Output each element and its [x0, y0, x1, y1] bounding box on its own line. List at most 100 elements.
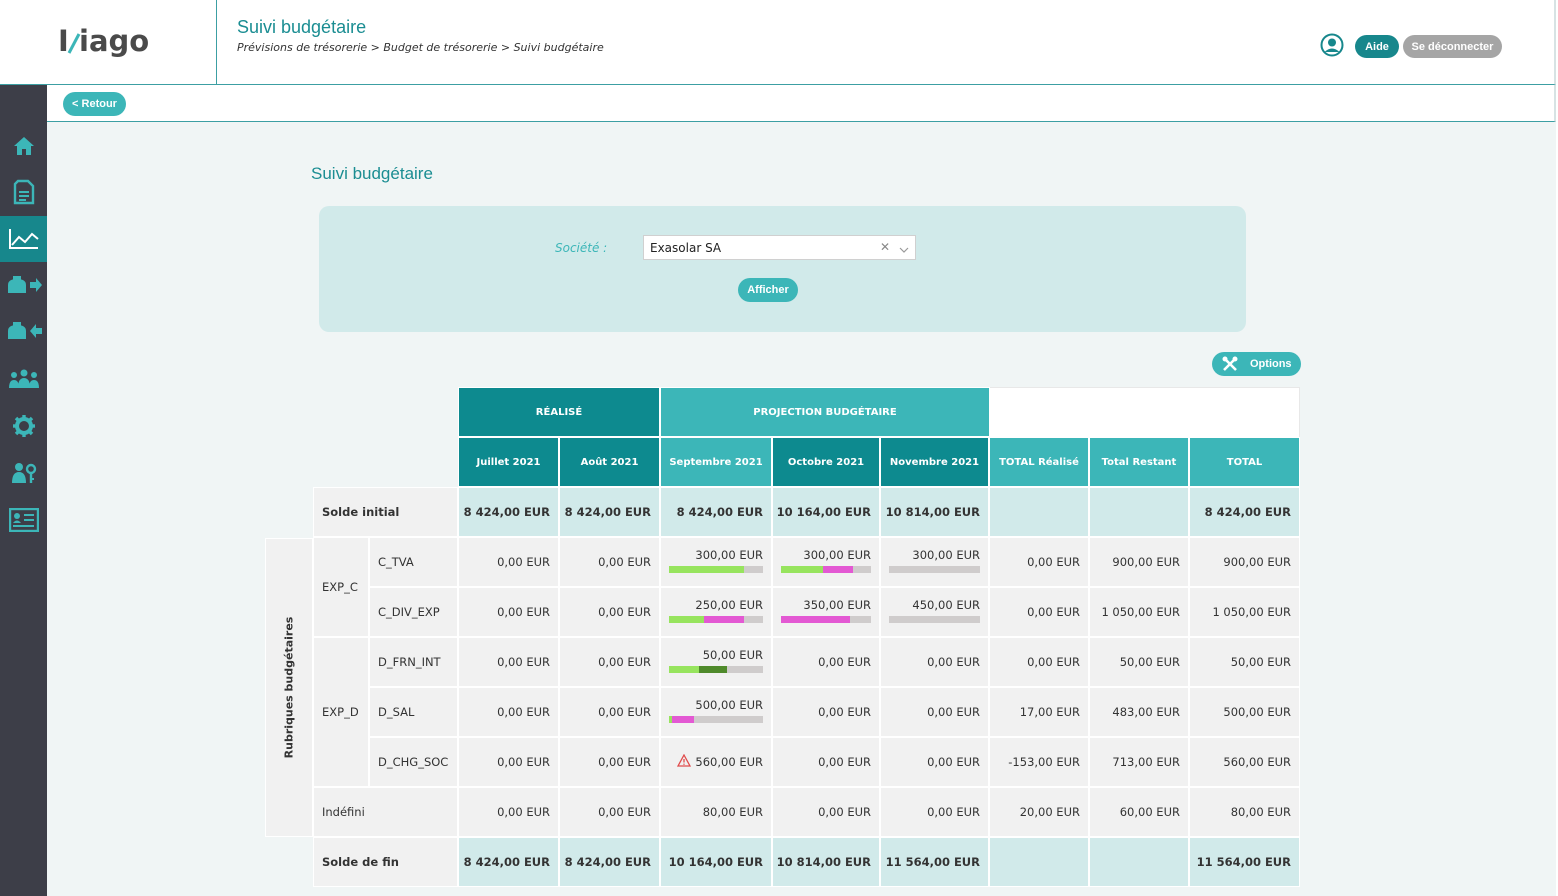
solde-initial-value [989, 487, 1089, 537]
progress-bar [781, 566, 871, 573]
value-cell: 0,00 EUR [880, 737, 989, 787]
help-button[interactable]: Aide [1355, 35, 1399, 58]
progress-segment-magenta [703, 616, 745, 623]
progress-bar [889, 616, 980, 623]
home-icon [13, 137, 34, 155]
progress-segment-magenta [781, 616, 851, 623]
sidebar-item-budget[interactable] [0, 216, 47, 262]
value-cell: 80,00 EUR [660, 787, 772, 837]
progress-segment-darkgreen [699, 666, 728, 673]
user-account-icon[interactable] [1320, 33, 1344, 61]
value-cell: 50,00 EUR [1089, 637, 1189, 687]
clear-icon[interactable]: ✕ [880, 240, 890, 254]
progress-segment-green [669, 666, 700, 673]
projection-cell: 350,00 EUR [772, 587, 880, 637]
logo[interactable]: I iago [0, 0, 217, 85]
solde-fin-label: Solde de fin [313, 837, 458, 887]
projection-value: 300,00 EUR [912, 548, 980, 562]
projection-value: 300,00 EUR [803, 548, 871, 562]
projection-cell: 450,00 EUR [880, 587, 989, 637]
chevron-down-icon[interactable] [899, 240, 909, 259]
value-cell: 0,00 EUR [458, 537, 559, 587]
top-header: I iago Suivi budgétaire Prévisions de tr… [0, 0, 1556, 85]
progress-segment-magenta [671, 716, 695, 723]
progress-bar [669, 566, 763, 573]
gear-icon [12, 415, 35, 437]
progress-bar [781, 616, 871, 623]
value-cell: 500,00 EUR [1189, 687, 1300, 737]
sidebar [0, 85, 47, 896]
group-label: EXP_C [313, 537, 369, 637]
back-button[interactable]: < Retour [63, 92, 126, 116]
value-cell: 0,00 EUR [772, 637, 880, 687]
value-cell: 713,00 EUR [1089, 737, 1189, 787]
value-cell: 0,00 EUR [559, 687, 660, 737]
projection-value: 350,00 EUR [803, 598, 871, 612]
value-cell: 0,00 EUR [880, 787, 989, 837]
header-realise: RÉALISÉ [458, 387, 660, 437]
cash-out-icon [7, 276, 42, 293]
options-button[interactable]: Options [1212, 352, 1301, 376]
header-projection: PROJECTION BUDGÉTAIRE [660, 387, 990, 437]
column-header: Novembre 2021 [880, 437, 989, 487]
value-cell: 0,00 EUR [989, 587, 1089, 637]
progress-bar [669, 666, 763, 673]
sidebar-item-home[interactable] [0, 123, 47, 169]
projection-cell: 250,00 EUR [660, 587, 772, 637]
value-cell: 0,00 EUR [559, 787, 660, 837]
value-cell: 1 050,00 EUR [1189, 587, 1300, 637]
value-cell: 0,00 EUR [458, 787, 559, 837]
svg-text:iago: iago [79, 25, 149, 58]
column-header: Octobre 2021 [772, 437, 880, 487]
iziago-logo: I iago [58, 25, 149, 58]
value-cell: -153,00 EUR [989, 737, 1089, 787]
vertical-label-text: Rubriques budgétaires [282, 616, 296, 759]
solde-initial-value: 10 164,00 EUR [772, 487, 880, 537]
action-bar: < Retour [47, 85, 1556, 122]
svg-text:I: I [58, 25, 69, 58]
value-cell: 50,00 EUR [1189, 637, 1300, 687]
solde-fin-value: 8 424,00 EUR [458, 837, 559, 887]
id-card-icon [8, 508, 39, 532]
row-code: D_FRN_INT [369, 637, 458, 687]
solde-initial-value: 8 424,00 EUR [559, 487, 660, 537]
sidebar-item-documents[interactable] [0, 169, 47, 215]
solde-initial-value: 8 424,00 EUR [458, 487, 559, 537]
logout-button[interactable]: Se déconnecter [1403, 35, 1502, 58]
value-cell: 17,00 EUR [989, 687, 1089, 737]
value-cell: 80,00 EUR [1189, 787, 1300, 837]
value-cell: 483,00 EUR [1089, 687, 1189, 737]
solde-fin-value [1089, 837, 1189, 887]
solde-initial-value [1089, 487, 1189, 537]
value-cell: 0,00 EUR [559, 537, 660, 587]
solde-fin-value: 11 564,00 EUR [880, 837, 989, 887]
value-cell: 560,00 EUR [1189, 737, 1300, 787]
company-select[interactable]: Exasolar SA [643, 235, 916, 260]
row-code: D_CHG_SOC [369, 737, 458, 787]
row-code: D_SAL [369, 687, 458, 737]
tools-icon [1222, 356, 1238, 371]
sidebar-item-access[interactable] [0, 450, 47, 496]
value-cell: 0,00 EUR [458, 687, 559, 737]
column-header: Août 2021 [559, 437, 660, 487]
show-button[interactable]: Afficher [738, 278, 798, 302]
indefini-label: Indéfini [313, 787, 458, 837]
value-cell: 20,00 EUR [989, 787, 1089, 837]
sidebar-item-cash-out[interactable] [0, 263, 47, 309]
sidebar-item-cash-in[interactable] [0, 309, 47, 355]
projection-value: 250,00 EUR [695, 598, 763, 612]
sidebar-item-settings[interactable] [0, 403, 47, 449]
sidebar-item-users[interactable] [0, 356, 47, 402]
sidebar-item-contacts[interactable] [0, 497, 47, 543]
value-cell: 0,00 EUR [772, 737, 880, 787]
projection-value: 300,00 EUR [695, 548, 763, 562]
solde-initial-value: 8 424,00 EUR [1189, 487, 1300, 537]
row-code: C_DIV_EXP [369, 587, 458, 637]
progress-bar [889, 566, 980, 573]
page-title: Suivi budgétaire [237, 17, 367, 37]
progress-segment-green [669, 616, 704, 623]
projection-value: 500,00 EUR [695, 698, 763, 712]
column-header: Total Restant [1089, 437, 1189, 487]
solde-fin-value: 11 564,00 EUR [1189, 837, 1300, 887]
row-code: C_TVA [369, 537, 458, 587]
